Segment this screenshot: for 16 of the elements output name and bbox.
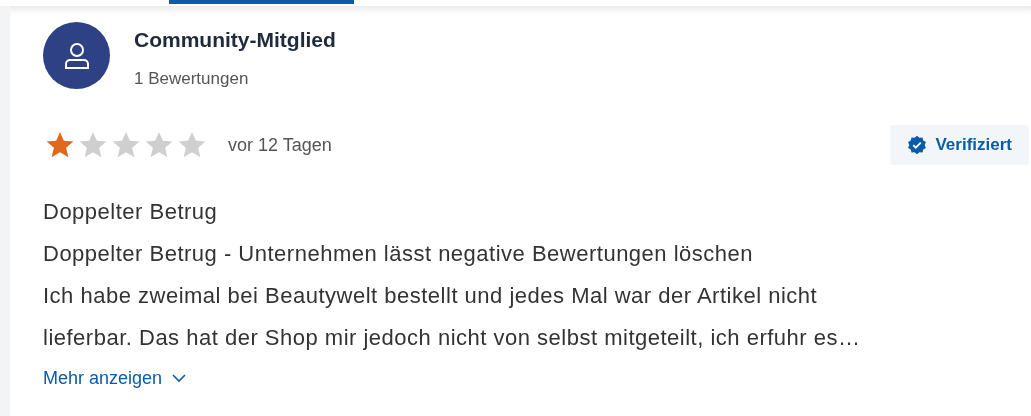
review-headline: Doppelter Betrug - Unternehmen lässt negative Bewertungen löschen [43,240,754,268]
verified-label: Verifiziert [935,134,1012,157]
show-more-link[interactable]: Mehr anzeigen [43,365,187,392]
star-icon [176,130,208,160]
star-icon [77,130,109,160]
review-count: 1 Bewertungen [134,67,250,90]
star-icon [143,130,175,160]
review-title: Doppelter Betrug [43,198,219,226]
review-date: vor 12 Tagen [228,133,332,157]
review-body: Ich habe zweimal bei Beautywelt bestellt und jedes Mal war der Artikel nicht lieferbar. Das hat der Shop mir jedoch nicht von selbst mitgeteilt, ich erfuhr es… [43,282,862,352]
star-icon [110,130,142,160]
person-icon [63,41,90,70]
chevron-down-icon [172,374,187,383]
star-icon [44,130,76,160]
verified-check-icon [907,135,928,155]
author-name: Community-Mitglied [134,27,336,53]
